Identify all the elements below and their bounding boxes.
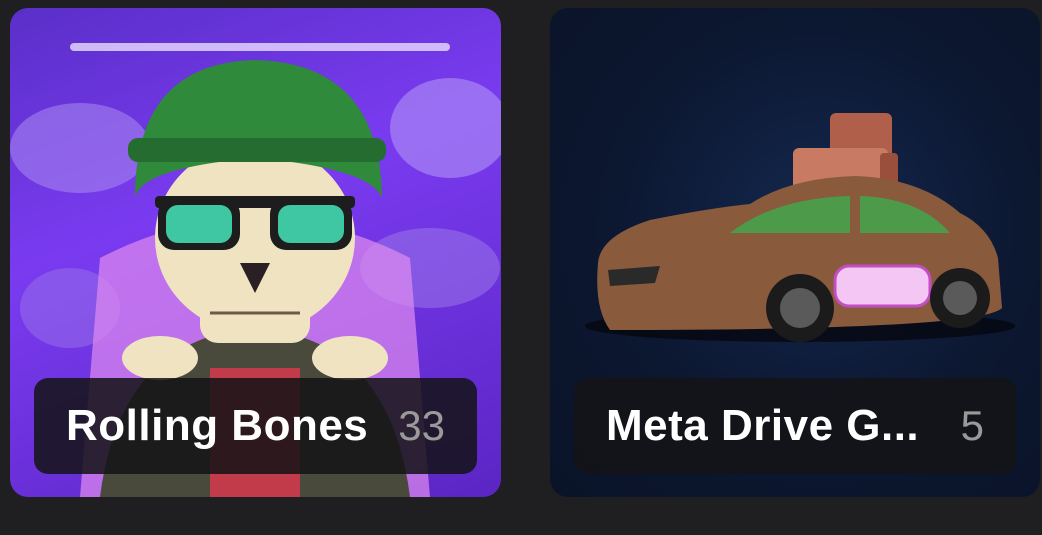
collection-name: Meta Drive G...	[606, 401, 920, 450]
collection-label: Meta Drive G... 5	[574, 378, 1016, 474]
collection-name: Rolling Bones	[66, 401, 369, 450]
collection-count: 33	[398, 402, 445, 449]
collection-label: Rolling Bones 33	[34, 378, 477, 474]
collection-count: 5	[960, 402, 984, 449]
collection-card-rolling-bones[interactable]: Rolling Bones 33	[10, 8, 501, 497]
collection-card-meta-drive[interactable]: Meta Drive G... 5	[550, 8, 1040, 497]
